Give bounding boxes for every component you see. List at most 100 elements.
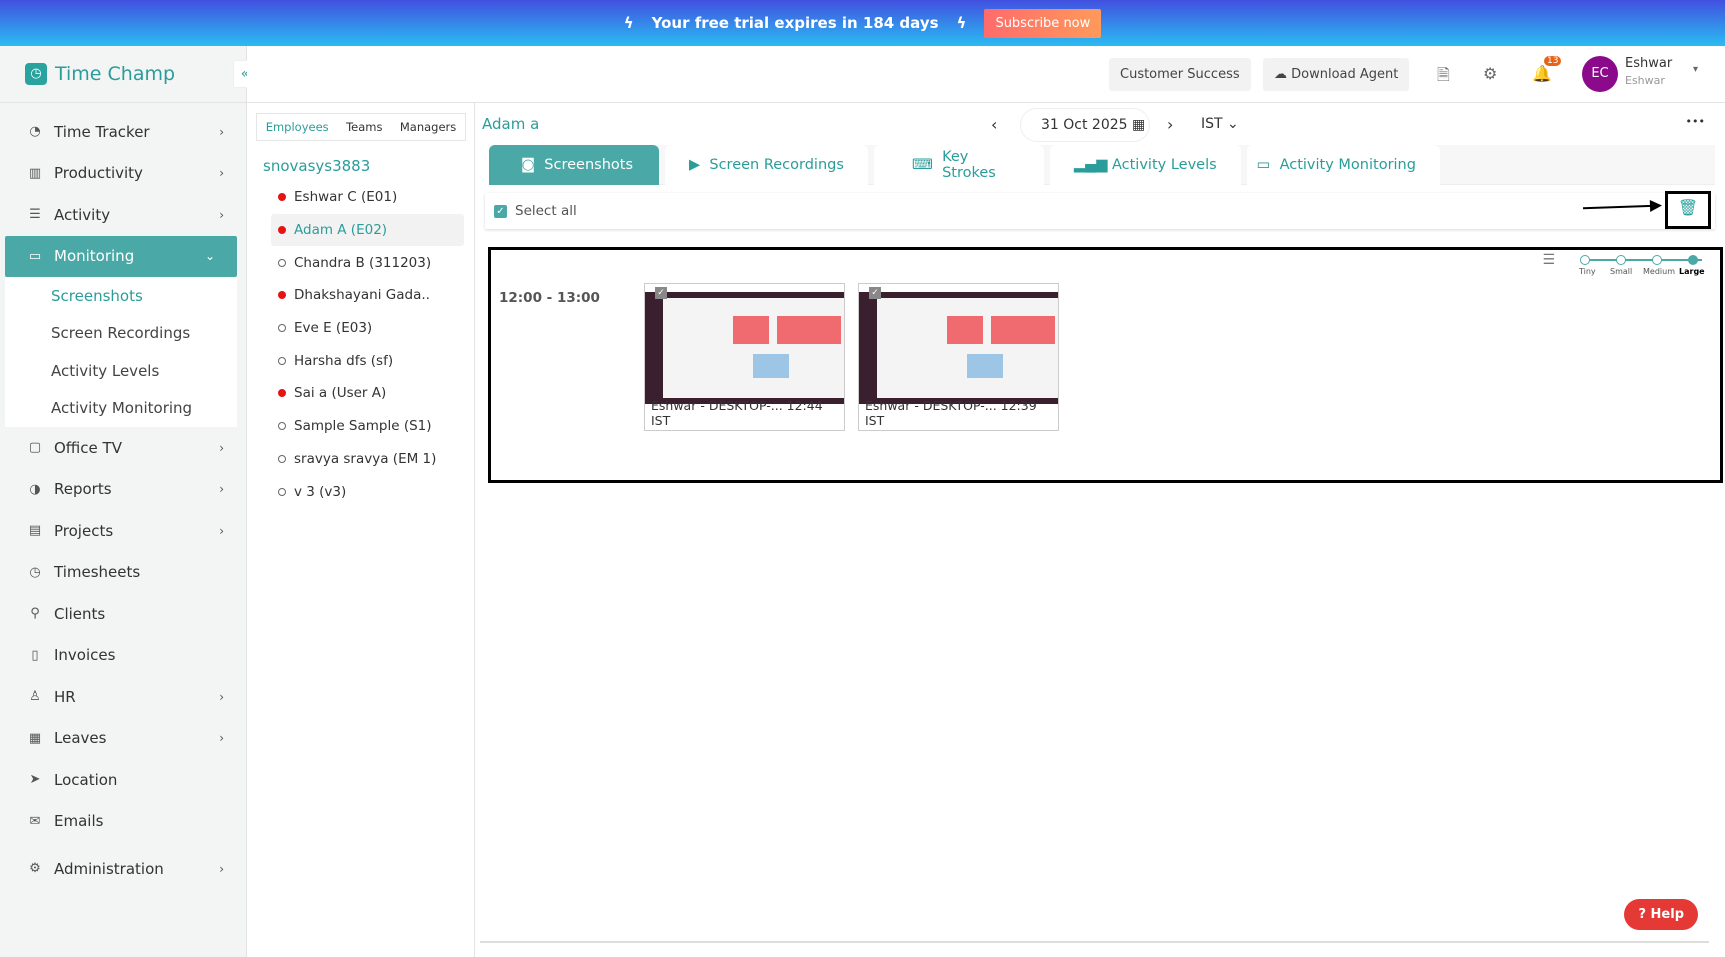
employee-item[interactable]: Sample Sample (S1) xyxy=(247,410,474,443)
tab-managers[interactable]: Managers xyxy=(400,120,456,134)
screenshot-thumbnail[interactable]: ✓ Eshwar - DESKTOP-... 12:39 IST xyxy=(858,283,1059,431)
monitor-icon: ▭ xyxy=(1256,157,1280,173)
sidebar-item-invoices[interactable]: ▯ Invoices xyxy=(0,635,246,677)
sidebar-item-emails[interactable]: ✉ Emails xyxy=(0,801,246,843)
logo[interactable]: ◷ Time Champ xyxy=(0,46,246,103)
size-tiny[interactable] xyxy=(1580,255,1590,265)
tab-label: Screen Recordings xyxy=(709,157,844,173)
app-name: Time Champ xyxy=(55,63,176,85)
sidebar-item-monitoring[interactable]: ▭ Monitoring ⌄ xyxy=(5,235,237,277)
sidebar-item-location[interactable]: ➤ Location xyxy=(0,759,246,801)
next-date-icon[interactable]: › xyxy=(1167,115,1173,134)
clock-logo-icon: ◷ xyxy=(25,63,47,85)
tab-label: Activity Levels xyxy=(1111,157,1217,173)
bell-icon[interactable]: 🔔 xyxy=(1532,64,1552,83)
clients-icon: ⚲ xyxy=(30,606,40,622)
document-icon[interactable]: 🗎 xyxy=(1437,64,1450,91)
sidebar-item-projects[interactable]: ▤ Projects › xyxy=(0,510,246,552)
sidebar-item-leaves[interactable]: ▦ Leaves › xyxy=(0,718,246,760)
sidebar-item-label: Leaves xyxy=(54,729,107,748)
tab-label: Key Strokes xyxy=(942,149,996,181)
delete-button[interactable]: 🗑 xyxy=(1665,191,1711,229)
size-small[interactable] xyxy=(1616,255,1626,265)
sort-icon[interactable]: ☰ xyxy=(1542,252,1555,268)
submenu-item[interactable]: Screenshots xyxy=(5,277,237,315)
sidebar-item-reports[interactable]: ◑ Reports › xyxy=(0,469,246,511)
sidebar-item-hr[interactable]: ♙ HR › xyxy=(0,676,246,718)
sidebar-item-activity[interactable]: ☰ Activity › xyxy=(0,194,246,236)
screenshot-image[interactable] xyxy=(645,292,844,404)
status-dot-icon xyxy=(278,389,286,398)
size-large[interactable] xyxy=(1688,255,1698,265)
download-agent-label: Download Agent xyxy=(1291,67,1399,82)
employee-item[interactable]: Dhakshayani Gada.. xyxy=(247,279,474,312)
employee-name: Chandra B (311203) xyxy=(294,254,432,271)
sidebar-item-timesheets[interactable]: ◷ Timesheets xyxy=(0,552,246,594)
sidebar-item-administration[interactable]: ⚙ Administration › xyxy=(0,848,246,890)
employee-item[interactable]: Sai a (User A) xyxy=(247,377,474,410)
tab-activity-monitoring[interactable]: ▭ Activity Monitoring xyxy=(1246,145,1440,185)
sidebar-item-label: Productivity xyxy=(54,164,143,183)
sidebar-item-time-tracker[interactable]: ◔ Time Tracker › xyxy=(0,111,246,153)
employee-name: Dhakshayani Gada.. xyxy=(294,287,430,304)
timezone-value: IST xyxy=(1201,116,1223,132)
calendar-icon: ▦ xyxy=(1132,117,1146,133)
more-options-icon[interactable]: ••• xyxy=(1686,115,1705,128)
tab-teams[interactable]: Teams xyxy=(346,120,382,134)
tab-label: Screenshots xyxy=(544,157,634,173)
cloud-download-icon: ☁ xyxy=(1274,67,1292,82)
avatar[interactable]: EC xyxy=(1582,56,1618,92)
projects-icon: ▤ xyxy=(28,523,42,539)
timezone-select[interactable]: IST ⌄ xyxy=(1201,116,1239,132)
sidebar-item-office-tv[interactable]: ▢ Office TV › xyxy=(0,427,246,469)
subscribe-button[interactable]: Subscribe now xyxy=(984,8,1102,38)
monitoring-submenu: Screenshots Screen Recordings Activity Lev… xyxy=(5,277,237,427)
submenu-item[interactable]: Screen Recordings xyxy=(5,315,237,353)
customer-success-button[interactable]: Customer Success xyxy=(1109,58,1251,91)
size-slider[interactable]: Tiny Small Medium Large xyxy=(1579,252,1710,280)
tab-activity-levels[interactable]: ▂▄▆ Activity Levels xyxy=(1049,145,1241,185)
employee-item[interactable]: Chandra B (311203) xyxy=(247,246,474,279)
date-picker[interactable]: 31 Oct 2025 ▦ xyxy=(1020,108,1150,142)
chevron-right-icon: › xyxy=(219,482,224,497)
gear-icon[interactable]: ⚙ xyxy=(1483,64,1497,83)
employee-item[interactable]: sravya sravya (EM 1) xyxy=(247,443,474,476)
selection-bar: ✓ Select all xyxy=(485,193,1715,229)
size-label: Tiny xyxy=(1579,267,1596,276)
administration-icon: ⚙ xyxy=(29,861,41,877)
status-dot-icon xyxy=(278,193,286,202)
employee-item[interactable]: Adam A (E02) xyxy=(271,213,464,247)
camera-icon: ◙ xyxy=(521,157,545,173)
employee-item[interactable]: Harsha dfs (sf) xyxy=(247,344,474,377)
organization-name[interactable]: snovasys3883 xyxy=(263,157,474,175)
submenu-item[interactable]: Activity Monitoring xyxy=(5,390,237,428)
help-button[interactable]: ? Help xyxy=(1624,899,1698,930)
sidebar-item-productivity[interactable]: ▥ Productivity › xyxy=(0,153,246,195)
sidebar-item-label: Emails xyxy=(54,812,104,831)
select-all-checkbox[interactable]: ✓ xyxy=(494,204,507,218)
screenshot-checkbox[interactable]: ✓ xyxy=(869,287,881,299)
screenshot-thumbnail[interactable]: ✓ Eshwar - DESKTOP-... 12:44 IST xyxy=(644,283,845,431)
screenshot-image[interactable] xyxy=(859,292,1058,404)
keyboard-icon: ⌨ xyxy=(911,157,943,173)
sidebar: ◷ Time Champ ◔ Time Tracker › ▥ Productivity ›… xyxy=(0,46,247,957)
time-range: 12:00 - 13:00 xyxy=(499,290,600,306)
employee-item[interactable]: Eshwar C (E01) xyxy=(247,181,474,214)
prev-date-icon[interactable]: ‹ xyxy=(991,115,997,134)
employee-item[interactable]: v 3 (v3) xyxy=(247,475,474,508)
download-agent-button[interactable]: ☁ Download Agent xyxy=(1263,58,1410,91)
chevron-right-icon: › xyxy=(219,166,224,181)
sidebar-item-clients[interactable]: ⚲ Clients xyxy=(0,593,246,635)
tab-screen-recordings[interactable]: ▶ Screen Recordings xyxy=(665,145,868,185)
tab-employees[interactable]: Employees xyxy=(266,120,329,134)
time-tracker-icon: ◔ xyxy=(29,124,41,140)
tab-key-strokes[interactable]: ⌨ Key Strokes xyxy=(873,145,1044,185)
size-medium[interactable] xyxy=(1652,255,1662,265)
screenshot-checkbox[interactable]: ✓ xyxy=(655,287,667,299)
chevron-down-icon[interactable]: ▾ xyxy=(1693,64,1698,75)
tab-screenshots[interactable]: ◙ Screenshots xyxy=(489,145,659,185)
submenu-item[interactable]: Activity Levels xyxy=(5,352,237,390)
horizontal-scrollbar[interactable] xyxy=(480,941,1709,943)
employee-item[interactable]: Eve E (E03) xyxy=(247,312,474,345)
user-name: Eshwar xyxy=(1625,56,1673,71)
